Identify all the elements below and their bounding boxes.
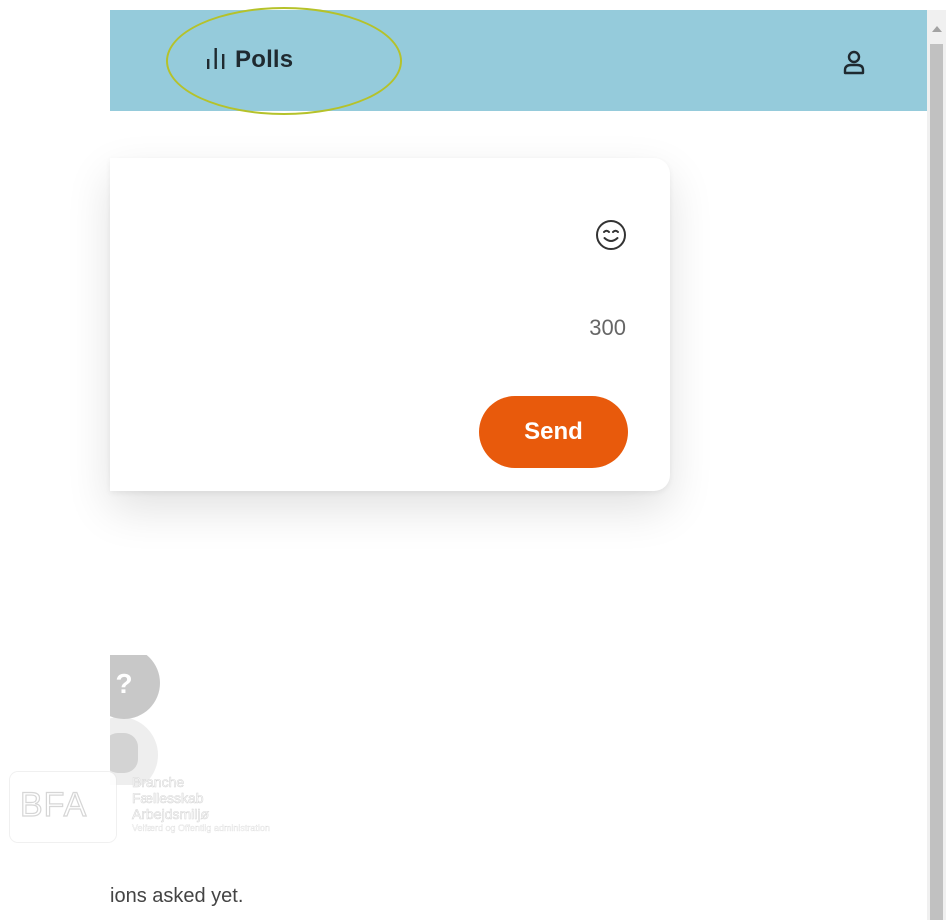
question-bubble-icon: ? [110, 655, 170, 785]
vertical-scrollbar[interactable] [927, 10, 946, 920]
smile-icon [594, 220, 628, 256]
watermark-letters: BFA [19, 785, 88, 824]
polls-tab[interactable]: Polls [205, 44, 293, 76]
watermark-box: BFA [10, 772, 116, 842]
watermark-line-2: Fællesskab [132, 790, 204, 807]
question-composer-card: 300 Send [110, 158, 670, 491]
send-button[interactable]: Send [479, 396, 628, 468]
empty-state-text: ions asked yet. [110, 885, 244, 907]
user-profile-button[interactable] [840, 48, 868, 76]
empty-state-illustration: ? [110, 655, 170, 785]
svg-text:?: ? [115, 668, 132, 699]
page: Polls 300 Send ? BFA Branche Fællesskab … [0, 0, 946, 920]
watermark-line-3: Arbejdsmiljø [132, 806, 210, 823]
bar-chart-icon [205, 46, 227, 75]
watermark-line-4: Velfærd og Offentlig administration [132, 823, 270, 833]
scrollbar-thumb[interactable] [930, 44, 943, 920]
top-header-bar: Polls [110, 10, 927, 111]
user-icon [840, 50, 868, 80]
bfa-watermark-logo: BFA Branche Fællesskab Arbejdsmiljø Velf… [10, 772, 350, 844]
polls-label: Polls [235, 46, 294, 73]
scroll-up-arrow-icon[interactable] [932, 26, 942, 32]
character-counter: 300 [589, 315, 626, 340]
emoji-picker-button[interactable] [594, 218, 628, 252]
